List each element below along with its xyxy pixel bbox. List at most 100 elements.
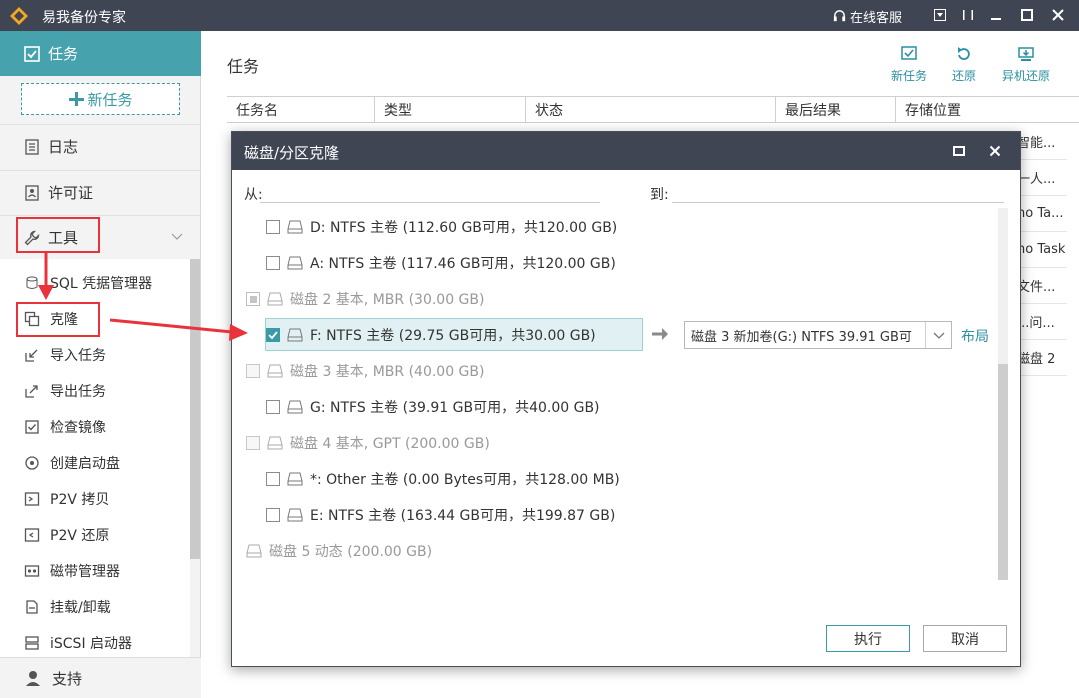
drive-icon — [287, 400, 303, 414]
tool-item-export-label: 导出任务 — [50, 384, 106, 400]
dialog-maximize-button[interactable] — [948, 140, 970, 162]
disk-row-2[interactable]: 磁盘 2 基本, MBR (30.00 GB) — [246, 287, 484, 311]
column-header-status[interactable]: 状态 — [526, 97, 776, 122]
partition-checkbox[interactable] — [266, 256, 280, 270]
dialog-titlebar: 磁盘/分区克隆 — [232, 132, 1020, 170]
tool-item-import-label: 导入任务 — [50, 348, 106, 364]
chevron-down-icon[interactable] — [925, 322, 951, 348]
column-header-task-name[interactable]: 任务名 — [227, 97, 375, 122]
dialog-title: 磁盘/分区克隆 — [244, 144, 340, 162]
drive-icon — [287, 220, 303, 234]
online-service-button[interactable]: 在线客服 — [832, 7, 902, 26]
partition-row-g[interactable]: G: NTFS 主卷 (39.91 GB可用，共40.00 GB) — [266, 395, 600, 419]
table-row[interactable]: 文件... — [1017, 268, 1067, 304]
tool-item-clone[interactable]: 克隆 — [24, 309, 78, 329]
tool-item-mount[interactable]: 挂载/卸载 — [24, 597, 111, 617]
disk-icon — [267, 292, 283, 306]
minimize-button[interactable] — [985, 4, 1007, 26]
disk-label: 磁盘 2 基本, MBR (30.00 GB) — [290, 292, 485, 308]
table-row[interactable]: no Ta... — [1017, 196, 1067, 232]
disk-icon — [267, 436, 283, 450]
toolbar-offsite-restore-button[interactable]: 异机还原 — [1002, 45, 1050, 84]
tool-item-check-image[interactable]: 检查镜像 — [24, 417, 106, 437]
tool-item-boot-disk[interactable]: 创建启动盘 — [24, 453, 120, 473]
sidebar-scrollbar[interactable] — [190, 259, 200, 559]
column-header-last-result[interactable]: 最后结果 — [776, 97, 896, 122]
layout-link[interactable]: 布局 — [961, 326, 989, 346]
table-row[interactable]: 磁盘 2 — [1017, 340, 1067, 376]
close-icon — [989, 145, 1001, 157]
dialog-scrollbar-thumb[interactable] — [998, 364, 1008, 580]
partition-checkbox[interactable] — [266, 508, 280, 522]
sidebar: 任务 新任务 日志 许可证 工具 SQL 凭据管理器 克隆 导入任务 导出任务 — [0, 31, 201, 698]
sidebar-item-tools[interactable]: 工具 — [0, 215, 201, 259]
disk-checkbox[interactable] — [246, 292, 260, 306]
execute-button[interactable]: 执行 — [826, 625, 910, 652]
partition-label: D: NTFS 主卷 (112.60 GB可用，共120.00 GB) — [310, 220, 618, 236]
minimize-icon — [991, 18, 1001, 20]
partition-row-a[interactable]: A: NTFS 主卷 (117.46 GB可用，共120.00 GB) — [266, 251, 616, 275]
disk-row-3[interactable]: 磁盘 3 基本, MBR (40.00 GB) — [246, 359, 484, 383]
disk-checkbox[interactable] — [246, 436, 260, 450]
window-restore-button[interactable] — [957, 4, 979, 26]
menu-button[interactable] — [929, 4, 951, 26]
close-button[interactable] — [1047, 4, 1069, 26]
partition-row-other[interactable]: *: Other 主卷 (0.00 Bytes可用，共128.00 MB) — [266, 467, 620, 491]
clone-icon — [24, 311, 40, 327]
sidebar-item-task-label: 任务 — [48, 45, 79, 63]
tape-icon — [24, 563, 40, 579]
tool-item-iscsi[interactable]: iSCSI 启动器 — [24, 633, 132, 653]
disk-row-5[interactable]: 磁盘 5 动态 (200.00 GB) — [246, 539, 432, 563]
table-row[interactable]: 一人... — [1017, 160, 1067, 196]
partition-checkbox-checked[interactable] — [266, 328, 280, 342]
tool-item-check-image-label: 检查镜像 — [50, 420, 106, 436]
tool-item-export[interactable]: 导出任务 — [24, 381, 106, 401]
online-service-label: 在线客服 — [850, 11, 903, 26]
tool-item-p2v-restore[interactable]: P2V 还原 — [24, 525, 109, 545]
tool-item-boot-disk-label: 创建启动盘 — [50, 456, 120, 472]
p2v-icon — [24, 491, 40, 507]
clone-dialog: 磁盘/分区克隆 从: 到: D: NTFS 主卷 (112.60 GB可用，共1… — [231, 131, 1021, 667]
disk-row-4[interactable]: 磁盘 4 基本, GPT (200.00 GB) — [246, 431, 490, 455]
sidebar-item-log[interactable]: 日志 — [0, 124, 201, 168]
partition-checkbox[interactable] — [266, 472, 280, 486]
boot-disk-icon — [24, 455, 40, 471]
partition-row-d[interactable]: D: NTFS 主卷 (112.60 GB可用，共120.00 GB) — [266, 215, 617, 239]
table-row[interactable]: ...问... — [1017, 304, 1067, 340]
new-task-button[interactable]: 新任务 — [21, 83, 180, 115]
partition-label: A: NTFS 主卷 (117.46 GB可用，共120.00 GB) — [310, 256, 616, 272]
disk-icon — [246, 544, 262, 558]
partition-row-f[interactable]: F: NTFS 主卷 (29.75 GB可用，共30.00 GB) — [266, 323, 596, 347]
sidebar-item-license[interactable]: 许可证 — [0, 170, 201, 214]
partition-checkbox[interactable] — [266, 400, 280, 414]
column-header-storage[interactable]: 存储位置 — [896, 97, 1079, 122]
tool-item-p2v-restore-label: P2V 还原 — [50, 528, 110, 544]
target-select[interactable]: 磁盘 3 新加卷(G:) NTFS 39.91 GB可 — [684, 321, 952, 349]
tool-item-sql[interactable]: SQL 凭据管理器 — [24, 273, 152, 293]
sidebar-item-support[interactable]: 支持 — [0, 657, 201, 698]
partition-checkbox[interactable] — [266, 220, 280, 234]
maximize-button[interactable] — [1016, 4, 1038, 26]
tools-submenu: SQL 凭据管理器 克隆 导入任务 导出任务 检查镜像 创建启动盘 P2V 拷贝 — [0, 259, 190, 657]
partition-label: G: NTFS 主卷 (39.91 GB可用，共40.00 GB) — [310, 400, 600, 416]
dialog-close-button[interactable] — [984, 140, 1006, 162]
tool-item-import[interactable]: 导入任务 — [24, 345, 106, 365]
disk-label: 磁盘 3 基本, MBR (40.00 GB) — [290, 364, 485, 380]
table-row[interactable]: no Task — [1017, 232, 1067, 268]
partition-row-e[interactable]: E: NTFS 主卷 (163.44 GB可用，共199.87 GB) — [266, 503, 615, 527]
tool-item-sql-label: SQL 凭据管理器 — [50, 276, 153, 292]
toolbar-restore-button[interactable]: 还原 — [952, 45, 976, 84]
p2v-restore-icon — [24, 527, 40, 543]
table-row[interactable]: 智能... — [1017, 124, 1067, 160]
toolbar-new-task-button[interactable]: 新任务 — [891, 45, 927, 84]
cancel-button[interactable]: 取消 — [923, 625, 1007, 652]
sidebar-item-task[interactable]: 任务 — [0, 31, 201, 76]
column-header-type[interactable]: 类型 — [375, 97, 526, 122]
tool-item-tape[interactable]: 磁带管理器 — [24, 561, 120, 581]
tool-item-p2v-copy[interactable]: P2V 拷贝 — [24, 489, 109, 509]
toolbar-restore-label: 还原 — [952, 69, 977, 83]
from-label: 从: — [244, 187, 263, 203]
toolbar-new-task-label: 新任务 — [891, 69, 928, 83]
toolbar-offsite-restore-label: 异机还原 — [1002, 69, 1051, 83]
disk-checkbox[interactable] — [246, 364, 260, 378]
